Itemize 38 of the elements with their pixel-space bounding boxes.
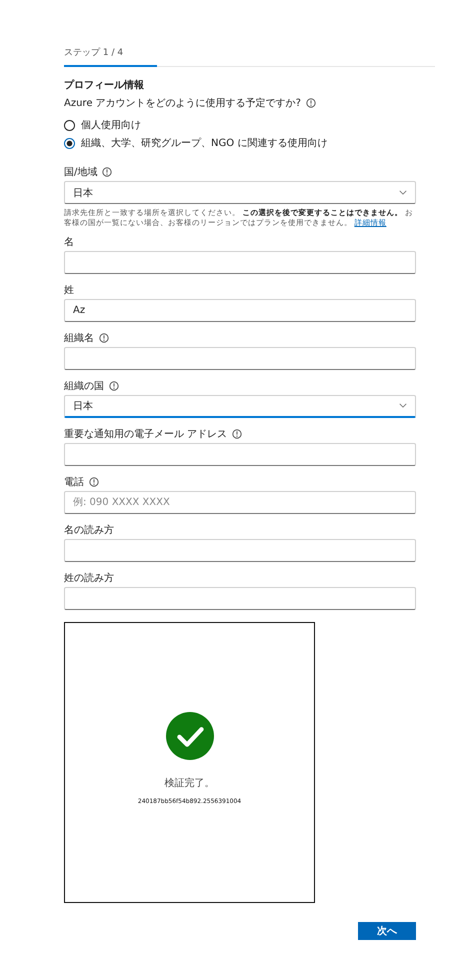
text-field[interactable]: [64, 346, 416, 370]
section-title: プロフィール情報: [64, 78, 145, 92]
text-field[interactable]: 例: 090 XXXX XXXX: [64, 490, 416, 514]
info-icon[interactable]: [306, 98, 316, 108]
text-field[interactable]: [64, 586, 416, 610]
field-label: 組織の国: [64, 380, 104, 392]
field-label: 国/地域: [64, 166, 98, 179]
radio-label[interactable]: 個人使用向け: [81, 118, 141, 132]
info-icon[interactable]: [89, 476, 99, 486]
field-label: 姓の読み方: [64, 572, 114, 584]
text-field[interactable]: [64, 442, 416, 466]
usage-question: Azure アカウントをどのように使用する予定ですか?: [64, 96, 301, 110]
field-label: 電話: [64, 476, 84, 488]
field-label: 名の読み方: [64, 524, 114, 536]
check-circle-icon: [166, 712, 214, 760]
step-tab[interactable]: ステップ 1 / 4: [64, 46, 157, 67]
info-icon[interactable]: [102, 167, 112, 177]
chevron-down-icon: [399, 403, 407, 408]
text-field[interactable]: Az: [64, 298, 416, 322]
dropdown-value: 日本: [73, 400, 93, 412]
text-field[interactable]: [64, 250, 416, 274]
radio-button[interactable]: [64, 120, 75, 130]
info-icon[interactable]: [99, 332, 109, 342]
dropdown-value: 日本: [73, 186, 93, 200]
radio-label[interactable]: 組織、大学、研究グループ、NGO に関連する使用向け: [81, 136, 328, 150]
field-label: 組織名: [64, 332, 94, 344]
chevron-down-icon: [399, 190, 407, 195]
field-label: 名: [64, 236, 74, 248]
dropdown[interactable]: 日本: [64, 394, 416, 418]
text-field[interactable]: [64, 538, 416, 562]
radio-button[interactable]: [64, 138, 75, 148]
next-button[interactable]: 次へ: [358, 922, 416, 940]
verification-status: 検証完了。: [164, 776, 214, 790]
info-icon[interactable]: [232, 428, 242, 438]
info-icon[interactable]: [109, 380, 119, 390]
dropdown[interactable]: 日本: [64, 181, 416, 204]
field-label: 姓: [64, 284, 74, 296]
field-label: 重要な通知用の電子メール アドレス: [64, 428, 228, 440]
